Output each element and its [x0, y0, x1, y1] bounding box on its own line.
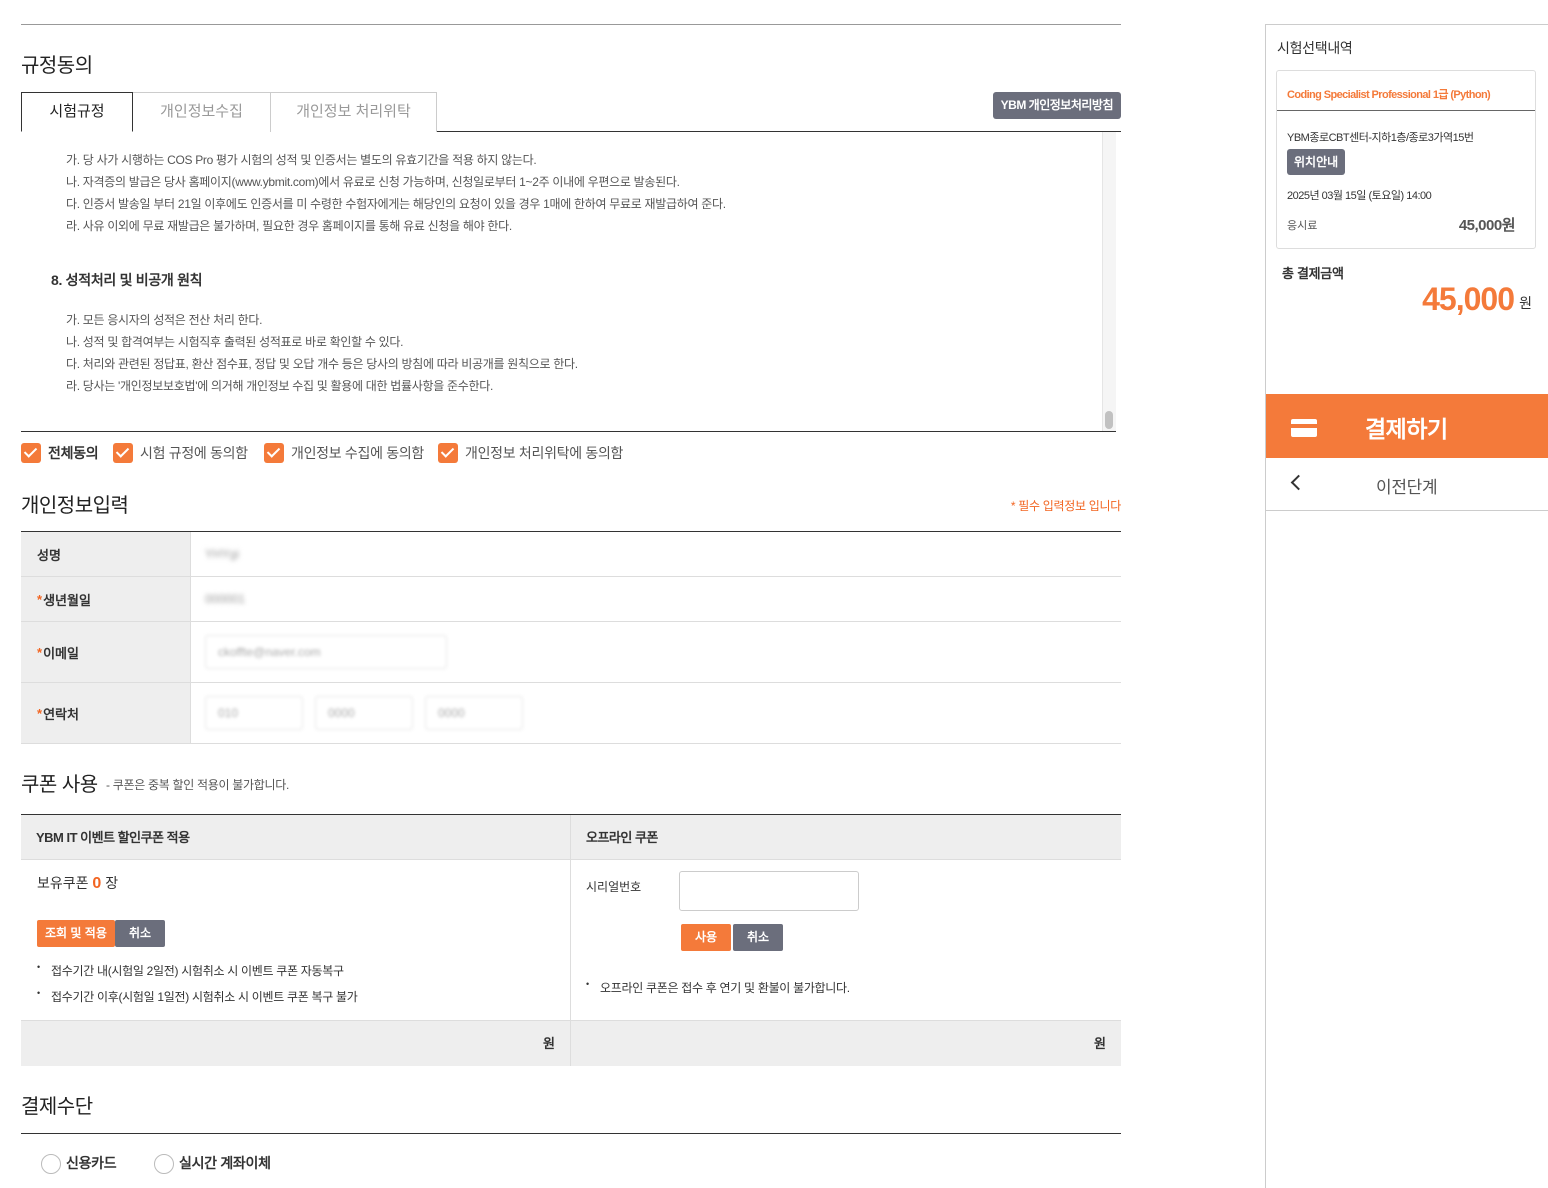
coupon-note: - 쿠폰은 중복 할인 적용이 불가합니다.: [106, 778, 290, 792]
top-divider: [21, 24, 1121, 25]
coupon-lookup-button[interactable]: 조회 및 적용: [37, 920, 115, 947]
tab-privacy-collect[interactable]: 개인정보수집: [133, 92, 271, 132]
required-star: *: [37, 705, 43, 721]
agree-collect-checkbox[interactable]: [264, 443, 284, 463]
scrollbar-thumb[interactable]: [1105, 411, 1113, 429]
info-row-name: 성명 YHYgi: [21, 532, 1121, 577]
agree-entrust-label[interactable]: 개인정보 처리위탁에 동의함: [465, 443, 623, 463]
tab-exam-rules[interactable]: 시험규정: [21, 92, 133, 132]
name-label: 성명: [21, 532, 191, 576]
email-label: * 이메일: [21, 622, 191, 682]
info-row-birth: * 생년월일 000001: [21, 577, 1121, 622]
bank-transfer-label[interactable]: 실시간 계좌이체: [179, 1153, 271, 1173]
agree-entrust-checkbox[interactable]: [438, 443, 458, 463]
pay-button[interactable]: 결제하기: [1266, 394, 1548, 458]
sidebar-title: 시험선택내역: [1277, 40, 1353, 56]
total-amount: 45,000: [1422, 281, 1515, 317]
event-discount-total: 원: [21, 1020, 570, 1066]
coupon-title: 쿠폰 사용: [21, 774, 98, 796]
fee-label: 응시료: [1287, 220, 1318, 232]
coupon-use-button[interactable]: 사용: [681, 924, 731, 951]
previous-step-label: 이전단계: [1376, 478, 1438, 497]
total-label: 총 결제금액: [1282, 266, 1344, 281]
credit-card-label[interactable]: 신용카드: [66, 1153, 117, 1173]
location-guide-button[interactable]: 위치안내: [1287, 149, 1346, 175]
serial-label: 시리얼번호: [586, 880, 642, 894]
owned-coupon-count: 0: [92, 875, 102, 892]
required-note: * 필수 입력정보 입니다: [1010, 499, 1121, 513]
birth-label: * 생년월일: [21, 577, 191, 621]
event-coupon-header: YBM IT 이벤트 할인쿠폰 적용: [21, 815, 570, 860]
terms-line: 라. 사유 이외에 무료 재발급은 불가하며, 필요한 경우 홈페이지를 통해 …: [66, 219, 512, 233]
phone-field-3[interactable]: 0000: [425, 696, 523, 730]
coupon-table: YBM IT 이벤트 할인쿠폰 적용 보유쿠폰 0 장 조회 및 적용 취소 접…: [21, 814, 1121, 1066]
offline-discount-total: 원: [571, 1020, 1121, 1066]
rules-tabs: 시험규정 개인정보수집 개인정보 처리위탁 YBM 개인정보처리방침: [21, 92, 1121, 132]
info-row-email: * 이메일 ckoffte@naver.com: [21, 622, 1121, 683]
offline-coupon-panel: 오프라인 쿠폰 시리얼번호 사용 취소 오프라인 쿠폰은 접수 후 연기 및 환…: [571, 815, 1121, 1066]
card-divider: [1277, 110, 1535, 111]
phone-label: * 연락처: [21, 683, 191, 743]
event-coupon-panel: YBM IT 이벤트 할인쿠폰 적용 보유쿠폰 0 장 조회 및 적용 취소 접…: [21, 815, 571, 1066]
order-summary-sidebar: 시험선택내역 Coding Specialist Professional 1급…: [1265, 24, 1548, 1188]
fee-value: 45,000원: [1458, 217, 1516, 234]
event-note: 접수기간 이후(시험일 1일전) 시험취소 시 이벤트 쿠폰 복구 불가: [37, 988, 358, 1005]
offline-cancel-button[interactable]: 취소: [733, 924, 783, 951]
privacy-policy-button[interactable]: YBM 개인정보처리방침: [992, 92, 1121, 119]
terms-line: 다. 처리와 관련된 정답표, 환산 점수표, 정답 및 오답 개수 등은 당사…: [66, 357, 578, 371]
tab-privacy-entrust[interactable]: 개인정보 처리위탁: [271, 92, 437, 132]
event-note: 접수기간 내(시험일 2일전) 시험취소 시 이벤트 쿠폰 자동복구: [37, 962, 344, 979]
agree-all-checkbox[interactable]: [21, 443, 41, 463]
required-star: *: [37, 591, 43, 607]
info-row-phone: * 연락처 010 0000 0000: [21, 683, 1121, 744]
payment-divider: [21, 1133, 1121, 1134]
email-field[interactable]: ckoffte@naver.com: [205, 635, 447, 669]
coupon-cancel-button[interactable]: 취소: [115, 920, 165, 947]
serial-input[interactable]: [679, 871, 859, 911]
terms-scrollbar[interactable]: [1102, 132, 1116, 431]
agree-rules-label[interactable]: 시험 규정에 동의함: [140, 443, 248, 463]
personal-info-title: 개인정보입력: [21, 495, 129, 517]
exam-location: YBM종로CBT센터-지하1층/종로3가역15번: [1287, 132, 1474, 144]
total-unit: 원: [1519, 295, 1532, 311]
required-star: *: [37, 644, 43, 660]
rules-title: 규정동의: [21, 55, 93, 77]
bank-transfer-radio[interactable]: [154, 1154, 174, 1174]
personal-info-table: 성명 YHYgi * 생년월일 000001 * 이메일 ckoffte@naver…: [21, 531, 1121, 744]
offline-coupon-header: 오프라인 쿠폰: [571, 815, 1121, 860]
exam-datetime: 2025년 03월 15일 (토요일) 14:00: [1287, 190, 1432, 202]
name-value: YHYgi: [205, 547, 240, 561]
terms-line: 나. 성적 및 합격여부는 시험직후 출력된 성적표로 바로 확인할 수 있다.: [66, 335, 404, 349]
pay-button-label: 결제하기: [1365, 416, 1448, 442]
phone-field-2[interactable]: 0000: [315, 696, 413, 730]
terms-line: 라. 당사는 '개인정보보호법'에 의거해 개인정보 수집 및 활용에 대한 법…: [66, 379, 494, 393]
credit-card-radio[interactable]: [41, 1154, 61, 1174]
offline-note: 오프라인 쿠폰은 접수 후 연기 및 환불이 불가합니다.: [586, 979, 850, 996]
chevron-left-icon: [1290, 474, 1307, 491]
terms-line: 나. 자격증의 발급은 당사 홈페이지(www.ybmit.com)에서 유료로…: [66, 175, 680, 189]
previous-step-button[interactable]: 이전단계: [1266, 458, 1548, 511]
exam-summary-card: Coding Specialist Professional 1급 (Pytho…: [1276, 70, 1536, 249]
terms-heading: 8. 성적처리 및 비공개 원칙: [51, 272, 203, 288]
exam-name: Coding Specialist Professional 1급 (Pytho…: [1287, 89, 1491, 101]
terms-line: 가. 모든 응시자의 성적은 전산 처리 한다.: [66, 313, 263, 327]
credit-card-icon: [1291, 419, 1317, 437]
terms-line: 가. 당 사가 시행하는 COS Pro 평가 시험의 성적 및 인증서는 별도…: [66, 153, 537, 167]
birth-value: 000001: [205, 592, 246, 606]
phone-field-1[interactable]: 010: [205, 696, 303, 730]
agree-all-label[interactable]: 전체동의: [48, 443, 99, 463]
terms-line: 다. 인증서 발송일 부터 21일 이후에도 인증서를 미 수령한 수험자에게는…: [66, 197, 726, 211]
owned-coupon-text: 보유쿠폰 0 장: [37, 875, 119, 892]
terms-scroll-box[interactable]: 가. 당 사가 시행하는 COS Pro 평가 시험의 성적 및 인증서는 별도…: [21, 132, 1116, 432]
agree-collect-label[interactable]: 개인정보 수집에 동의함: [291, 443, 424, 463]
payment-title: 결제수단: [21, 1096, 93, 1118]
agree-rules-checkbox[interactable]: [113, 443, 133, 463]
